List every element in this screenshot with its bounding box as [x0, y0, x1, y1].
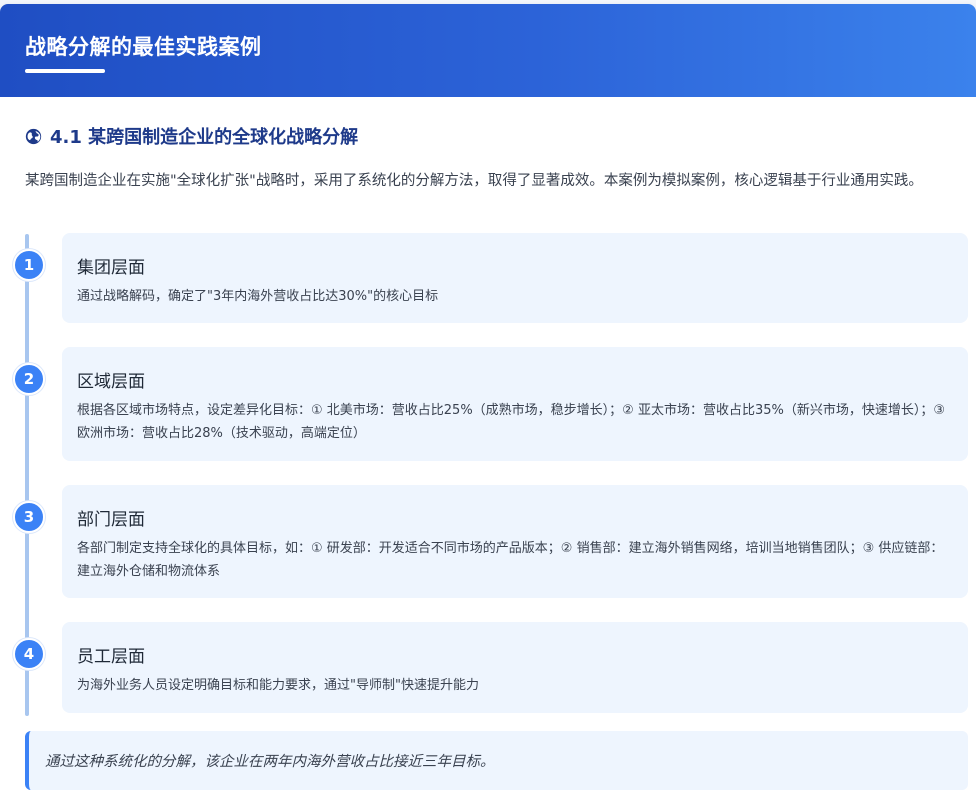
step-3-title: 部门层面 — [77, 510, 145, 530]
step-2-title: 区域层面 — [77, 372, 145, 392]
step-1-card: 集团层面 通过战略解码，确定了"3年内海外营收占比达30%"的核心目标 — [62, 233, 968, 323]
step-1-description: 通过战略解码，确定了"3年内海外营收占比达30%"的核心目标 — [77, 289, 439, 304]
section-title: 4.1 某跨国制造企业的全球化战略分解 — [50, 127, 359, 148]
step-3-number: 3 — [13, 501, 45, 533]
step-1-number: 1 — [13, 249, 45, 281]
step-1-title: 集团层面 — [77, 258, 145, 278]
step-2-number: 2 — [13, 363, 45, 395]
title-underline — [25, 69, 105, 73]
page-header: 战略分解的最佳实践案例 — [0, 4, 976, 97]
step-2-card: 区域层面 根据各区域市场特点，设定差异化目标：① 北美市场：营收占比25%（成熟… — [62, 347, 968, 461]
intro-paragraph: 某跨国制造企业在实施"全球化扩张"战略时，采用了系统化的分解方法，取得了显著成效… — [25, 173, 923, 189]
page-title: 战略分解的最佳实践案例 — [25, 35, 262, 59]
step-3-description: 各部门制定支持全球化的具体目标，如：① 研发部：开发适合不同市场的产品版本；② … — [77, 541, 944, 579]
step-4-number: 4 — [13, 638, 45, 670]
step-4-description: 为海外业务人员设定明确目标和能力要求，通过"导师制"快速提升能力 — [77, 678, 479, 693]
step-2-description: 根据各区域市场特点，设定差异化目标：① 北美市场：营收占比25%（成熟市场，稳步… — [77, 403, 946, 441]
case-study-card: 战略分解的最佳实践案例 4.1 某跨国制造企业的全球化战略分解 某跨国制造企业在… — [0, 4, 976, 795]
conclusion-callout: 通过这种系统化的分解，该企业在两年内海外营收占比接近三年目标。 — [25, 731, 968, 790]
step-4-card: 员工层面 为海外业务人员设定明确目标和能力要求，通过"导师制"快速提升能力 — [62, 622, 968, 713]
conclusion-text: 通过这种系统化的分解，该企业在两年内海外营收占比接近三年目标。 — [45, 754, 495, 770]
step-3-card: 部门层面 各部门制定支持全球化的具体目标，如：① 研发部：开发适合不同市场的产品… — [62, 485, 968, 598]
step-4-title: 员工层面 — [77, 647, 145, 667]
section-heading: 4.1 某跨国制造企业的全球化战略分解 — [25, 124, 358, 148]
globe-icon — [25, 128, 42, 144]
